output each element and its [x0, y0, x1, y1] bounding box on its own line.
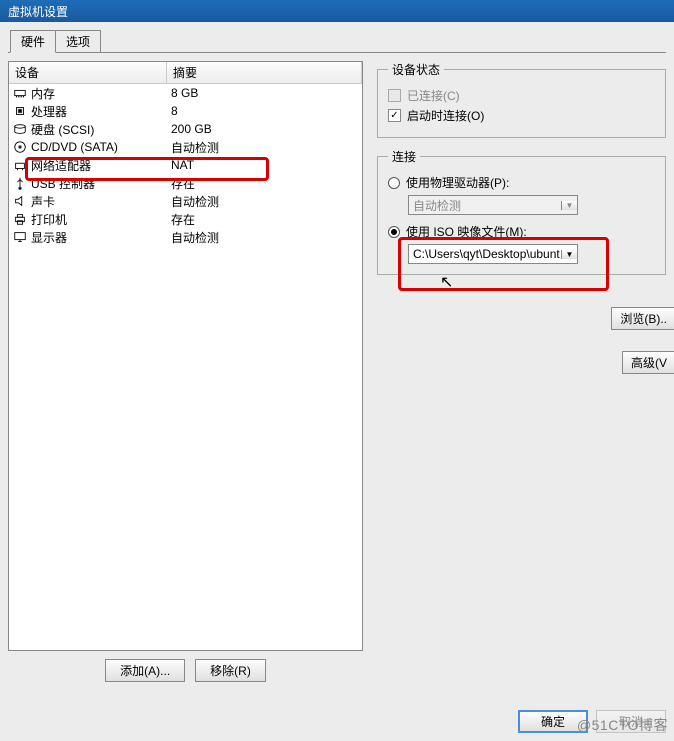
- cancel-button[interactable]: 取消: [596, 710, 666, 733]
- dialog-content: 硬件 选项 设备 摘要 内存 8 GB 处理器 8 硬盘 (SCSI) 200 GB CD/…: [0, 22, 674, 741]
- window-titlebar: 虚拟机设置: [0, 0, 674, 22]
- device-status-group: 设备状态 已连接(C) ✓ 启动时连接(O): [377, 61, 666, 138]
- physical-drive-value: 自动检测: [409, 197, 561, 214]
- usb-icon: [13, 176, 27, 190]
- hardware-row-disk[interactable]: 硬盘 (SCSI) 200 GB: [9, 120, 362, 138]
- hardware-panel: 设备 摘要 内存 8 GB 处理器 8 硬盘 (SCSI) 200 GB CD/DVD (S…: [8, 61, 363, 685]
- column-device[interactable]: 设备: [9, 62, 167, 83]
- tab-hardware[interactable]: 硬件: [10, 30, 56, 53]
- hardware-body: 内存 8 GB 处理器 8 硬盘 (SCSI) 200 GB CD/DVD (SATA) 自动…: [9, 84, 362, 246]
- hardware-row-display[interactable]: 显示器 自动检测: [9, 228, 362, 246]
- physical-drive-row[interactable]: 使用物理驱动器(P):: [388, 174, 655, 191]
- hardware-buttons: 添加(A)... 移除(R): [8, 659, 363, 682]
- net-icon: [13, 158, 27, 172]
- hardware-row-memory[interactable]: 内存 8 GB: [9, 84, 362, 102]
- hardware-row-usb[interactable]: USB 控制器 存在: [9, 174, 362, 192]
- device-name: 硬盘 (SCSI): [31, 121, 94, 138]
- printer-icon: [13, 212, 27, 226]
- device-summary: 自动检测: [167, 229, 362, 246]
- device-name: 处理器: [31, 103, 67, 120]
- device-name: 网络适配器: [31, 157, 91, 174]
- main-panel: 设备 摘要 内存 8 GB 处理器 8 硬盘 (SCSI) 200 GB CD/DVD (S…: [0, 53, 674, 693]
- ok-button[interactable]: 确定: [518, 710, 588, 733]
- device-name: 显示器: [31, 229, 67, 246]
- device-summary: NAT: [167, 158, 362, 172]
- tab-options[interactable]: 选项: [55, 30, 101, 52]
- add-button[interactable]: 添加(A)...: [105, 659, 185, 682]
- physical-drive-radio[interactable]: [388, 177, 400, 189]
- device-summary: 自动检测: [167, 193, 362, 210]
- chevron-down-icon: ▼: [561, 201, 577, 210]
- advanced-button[interactable]: 高级(V: [622, 351, 674, 374]
- display-icon: [13, 230, 27, 244]
- iso-file-combo[interactable]: C:\Users\qyt\Desktop\ubunt ▼: [408, 244, 578, 264]
- connection-group: 连接 使用物理驱动器(P): 自动检测 ▼ 使用 ISO 映像文件(M): C:…: [377, 148, 666, 275]
- connection-legend: 连接: [388, 148, 420, 165]
- connect-power-checkbox-row[interactable]: ✓ 启动时连接(O): [388, 107, 655, 124]
- cpu-icon: [13, 104, 27, 118]
- iso-file-radio[interactable]: [388, 226, 400, 238]
- sound-icon: [13, 194, 27, 208]
- device-status-legend: 设备状态: [388, 61, 444, 78]
- device-name: 打印机: [31, 211, 67, 228]
- connected-checkbox: [388, 89, 401, 102]
- device-summary: 200 GB: [167, 122, 362, 136]
- dialog-buttons: 确定 取消: [518, 710, 666, 733]
- connect-power-label: 启动时连接(O): [407, 107, 484, 124]
- hardware-row-net[interactable]: 网络适配器 NAT: [9, 156, 362, 174]
- memory-icon: [13, 86, 27, 100]
- tab-strip: 硬件 选项: [10, 30, 674, 52]
- iso-file-row[interactable]: 使用 ISO 映像文件(M):: [388, 223, 655, 240]
- iso-file-label: 使用 ISO 映像文件(M):: [406, 223, 527, 240]
- device-summary: 8 GB: [167, 86, 362, 100]
- device-summary: 存在: [167, 175, 362, 192]
- hardware-row-cpu[interactable]: 处理器 8: [9, 102, 362, 120]
- device-summary: 8: [167, 104, 362, 118]
- browse-button[interactable]: 浏览(B)..: [611, 307, 674, 330]
- device-name: 内存: [31, 85, 55, 102]
- physical-drive-combo: 自动检测 ▼: [408, 195, 578, 215]
- disk-icon: [13, 122, 27, 136]
- remove-button[interactable]: 移除(R): [195, 659, 266, 682]
- hardware-list[interactable]: 设备 摘要 内存 8 GB 处理器 8 硬盘 (SCSI) 200 GB CD/DVD (S…: [8, 61, 363, 651]
- device-summary: 存在: [167, 211, 362, 228]
- cd-icon: [13, 140, 27, 154]
- device-summary: 自动检测: [167, 139, 362, 156]
- connected-label: 已连接(C): [407, 87, 460, 104]
- iso-file-value[interactable]: C:\Users\qyt\Desktop\ubunt: [409, 247, 561, 261]
- hardware-row-cd[interactable]: CD/DVD (SATA) 自动检测: [9, 138, 362, 156]
- device-name: CD/DVD (SATA): [31, 140, 118, 154]
- window-title: 虚拟机设置: [8, 3, 68, 20]
- device-name: 声卡: [31, 193, 55, 210]
- column-summary[interactable]: 摘要: [167, 62, 362, 83]
- connected-checkbox-row: 已连接(C): [388, 87, 655, 104]
- hardware-row-sound[interactable]: 声卡 自动检测: [9, 192, 362, 210]
- detail-panel: 设备状态 已连接(C) ✓ 启动时连接(O) 连接 使用物理驱动器(P): 自动…: [371, 61, 666, 685]
- physical-drive-label: 使用物理驱动器(P):: [406, 174, 509, 191]
- hardware-header: 设备 摘要: [9, 62, 362, 84]
- hardware-row-printer[interactable]: 打印机 存在: [9, 210, 362, 228]
- device-name: USB 控制器: [31, 175, 95, 192]
- connect-power-checkbox[interactable]: ✓: [388, 109, 401, 122]
- chevron-down-icon[interactable]: ▼: [561, 250, 577, 259]
